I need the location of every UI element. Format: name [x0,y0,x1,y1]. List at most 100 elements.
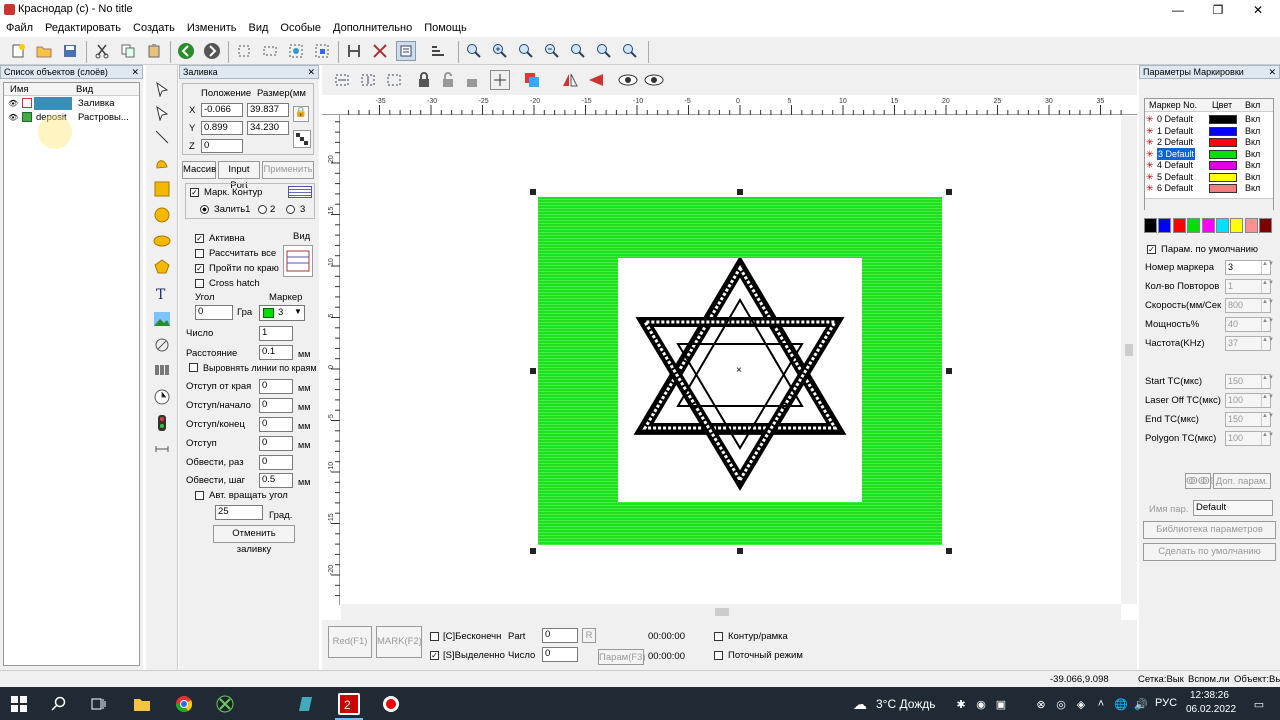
polygon-icon[interactable] [152,257,172,277]
ellipse-icon[interactable] [152,231,172,251]
tray-chrome-icon[interactable]: ◎ [1050,693,1072,715]
palette-swatch[interactable] [1244,218,1258,233]
rectangle-icon[interactable] [152,179,172,199]
eye-icon[interactable]: 👁 [8,113,18,122]
weather-text[interactable]: 3°C Дождь [876,697,936,711]
clock-date[interactable]: 06.02.2022 [1186,704,1236,715]
calc-all-checkbox[interactable] [195,249,204,258]
red-button[interactable]: Red(F1) [328,626,372,658]
align-right-icon[interactable] [384,70,404,90]
col-marker-no[interactable]: Маркер No. [1149,100,1197,110]
zoom-fit-icon[interactable] [568,41,588,61]
eye-preview-icon[interactable] [618,70,638,90]
eye-show-icon[interactable] [644,70,664,90]
menu-extra[interactable]: Дополнительно [327,20,418,36]
minimize-button[interactable]: — [1158,0,1198,20]
zoom-icon[interactable] [464,41,484,61]
text-icon[interactable]: T [152,283,172,303]
contour-pattern-icon[interactable] [288,186,312,198]
spin-icon[interactable]: ▲▼ [1261,394,1274,407]
menu-file[interactable]: Файл [0,20,39,36]
eye-icon[interactable]: 👁 [8,99,18,108]
extend-axis-icon[interactable] [152,439,172,459]
cancel-fill-button[interactable]: Отменить заливку [213,525,295,555]
table-row[interactable]: ✳ 1 Default Вкл [1145,125,1271,137]
fill2-radio[interactable] [258,205,267,214]
zoom-plus-icon[interactable] [516,41,536,61]
canvas-area[interactable]: -35 -30 -25 -20 -15 -10 -5 0 5 10 15 20 25 30 35 25 20 1… [322,95,1137,620]
col-view[interactable]: Вид [76,84,93,95]
selected-checkbox[interactable]: ✓ [430,651,439,660]
vertical-scrollbar[interactable] [1121,116,1137,604]
move-center-icon[interactable] [490,70,510,90]
node-edit-icon[interactable] [152,103,172,123]
spin-icon[interactable]: ▲▼ [1261,337,1274,350]
make-default-button[interactable]: Сделать по умолчанию [1143,543,1276,561]
active-checkbox[interactable]: ✓ [195,234,204,243]
zoom-select-icon[interactable] [620,41,640,61]
palette-swatch[interactable] [1216,218,1229,233]
reset-button[interactable]: R [582,628,596,643]
aux-lines-status[interactable]: Вспом.ли [1188,674,1230,685]
unlock-all-icon[interactable] [462,70,482,90]
chrome-icon[interactable] [173,693,195,715]
object-snap-status[interactable]: Объект:Вы [1234,674,1280,685]
list-icon[interactable] [396,41,416,61]
handle-tr[interactable] [946,189,952,195]
fill3-radio[interactable] [286,205,295,214]
outline-times-input[interactable]: 0 [259,455,293,470]
clock-time[interactable]: 12:38:26 [1190,690,1229,701]
table-row[interactable]: ✳ 2 Default Вкл [1145,136,1271,148]
default-params-checkbox[interactable]: ✓ [1147,245,1156,254]
align-left-icon[interactable] [332,70,352,90]
menu-special[interactable]: Особые [274,20,327,36]
offset-input[interactable]: 0 [259,436,293,451]
tray-shield-icon[interactable]: ◈ [1070,693,1092,715]
count-input[interactable]: 0 [542,647,578,662]
select-rect-icon[interactable] [260,41,280,61]
start-offset-input[interactable]: 0 [259,398,293,413]
weather-icon[interactable]: ☁ [850,693,870,715]
table-row[interactable]: ✳ 4 Default Вкл [1145,159,1271,171]
width-input[interactable]: 39.837 [247,103,289,117]
save-icon[interactable] [60,41,80,61]
handle-mr[interactable] [946,368,952,374]
spin-icon[interactable]: ▲▼ [1261,318,1274,331]
chevron-up-icon[interactable]: ˄ [1090,693,1112,715]
stream-checkbox[interactable] [714,651,723,660]
image-icon[interactable] [152,309,172,329]
mirror-v-icon[interactable] [586,70,606,90]
extra-params-button[interactable]: Доп. парам. [1213,473,1271,489]
cut-icon[interactable] [92,41,112,61]
network-icon[interactable]: 🌐 [1110,693,1132,715]
part-input[interactable]: 0 [542,628,578,643]
palette-swatch[interactable] [1158,218,1172,233]
palette-swatch[interactable] [1230,218,1244,233]
vertical-scroll-thumb[interactable] [1125,344,1133,356]
menu-create[interactable]: Создать [127,20,181,36]
lock-icon[interactable]: 🔒 [293,106,309,122]
table-row[interactable]: ✳ 6 Default Вкл [1145,182,1271,194]
col-color[interactable]: Цвет [1212,100,1232,110]
curve-icon[interactable] [152,153,172,173]
align-icon[interactable] [344,41,364,61]
extra-icon-button[interactable]: ↂↂↂ [1185,473,1222,489]
col-on[interactable]: Вкл [1245,100,1260,110]
circle-icon[interactable] [152,205,172,225]
explorer-icon[interactable] [131,693,153,715]
horizontal-scrollbar[interactable] [341,604,1121,620]
spin-icon[interactable]: ▲▼ [1261,280,1274,293]
handle-tl[interactable] [530,189,536,195]
menu-help[interactable]: Помощь [418,20,473,36]
record-icon[interactable] [380,693,402,715]
menu-modify[interactable]: Изменить [181,20,243,36]
spin-icon[interactable]: ▲▼ [1261,299,1274,312]
align-checkbox[interactable] [189,363,198,372]
drawing-canvas[interactable]: × [341,116,1121,604]
contour-checkbox[interactable] [714,632,723,641]
start-icon[interactable] [8,693,30,715]
forward-icon[interactable] [202,41,222,61]
angle-input[interactable]: 0 [195,305,233,320]
mirror-h-icon[interactable] [560,70,580,90]
close-icon[interactable]: ✕ [131,66,139,78]
